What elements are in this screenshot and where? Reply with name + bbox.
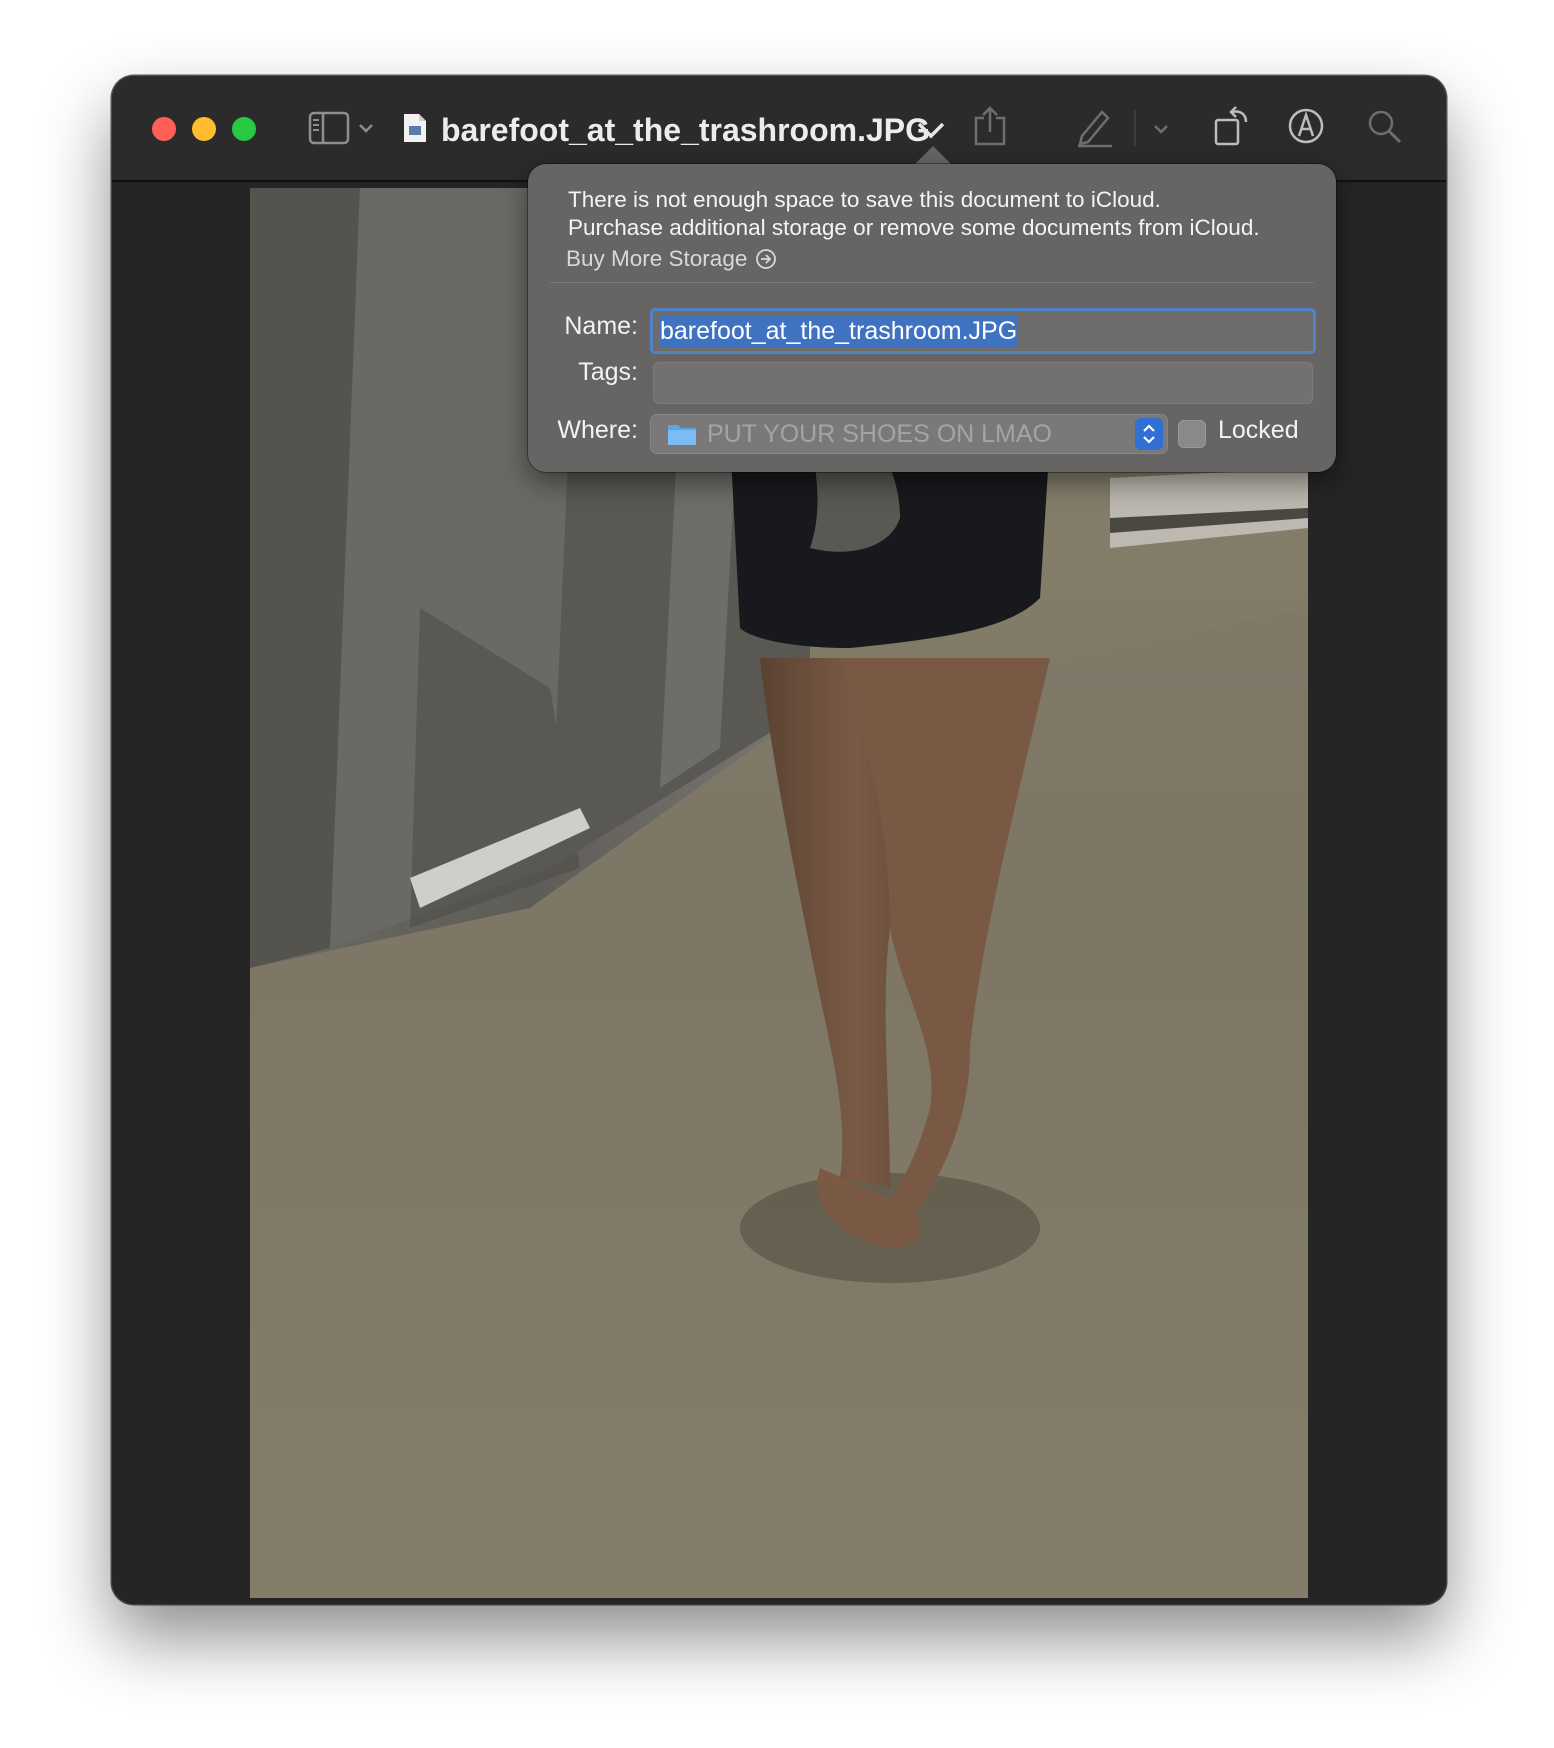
- sidebar-toggle-icon[interactable]: [308, 110, 350, 146]
- rotate-icon[interactable]: [1212, 104, 1252, 148]
- popover-arrow: [914, 146, 952, 165]
- arrow-circle-right-icon: [756, 249, 777, 269]
- tags-field[interactable]: [653, 362, 1313, 404]
- updown-chevron-icon: [1135, 418, 1163, 450]
- warning-line-1: There is not enough space to save this d…: [568, 187, 1161, 212]
- annotate-icon[interactable]: [1286, 106, 1326, 146]
- name-label: Name:: [564, 312, 638, 340]
- locked-checkbox[interactable]: [1178, 420, 1206, 448]
- buy-more-storage-label: Buy More Storage: [566, 246, 748, 271]
- chevron-down-icon[interactable]: [358, 122, 374, 134]
- warning-line-2: Purchase additional storage or remove so…: [568, 215, 1260, 240]
- buy-more-storage-link[interactable]: Buy More Storage: [566, 244, 777, 274]
- tags-label: Tags:: [578, 358, 638, 386]
- name-field[interactable]: barefoot_at_the_trashroom.JPG: [650, 308, 1316, 354]
- folder-icon: [668, 425, 696, 445]
- icloud-warning-message: There is not enough space to save this d…: [568, 186, 1308, 242]
- markup-pencil-icon[interactable]: [1074, 106, 1114, 148]
- locked-label: Locked: [1218, 416, 1299, 444]
- toolbar-divider: [1134, 110, 1136, 146]
- where-popup-button[interactable]: PUT YOUR SHOES ON LMAO: [650, 414, 1168, 454]
- name-field-value: barefoot_at_the_trashroom.JPG: [659, 315, 1019, 347]
- title-menu-chevron-icon[interactable]: [916, 119, 946, 141]
- window-title: barefoot_at_the_trashroom.JPG: [441, 112, 931, 148]
- rename-popover: There is not enough space to save this d…: [528, 164, 1336, 472]
- where-label: Where:: [557, 416, 638, 444]
- search-icon[interactable]: [1366, 108, 1404, 146]
- markup-menu-chevron-icon[interactable]: [1152, 123, 1170, 135]
- document-icon: [404, 114, 426, 142]
- where-value: PUT YOUR SHOES ON LMAO: [707, 419, 1052, 448]
- minimize-button[interactable]: [192, 117, 216, 141]
- close-button[interactable]: [152, 117, 176, 141]
- share-icon[interactable]: [972, 104, 1008, 148]
- popover-divider: [550, 282, 1314, 283]
- zoom-button[interactable]: [232, 117, 256, 141]
